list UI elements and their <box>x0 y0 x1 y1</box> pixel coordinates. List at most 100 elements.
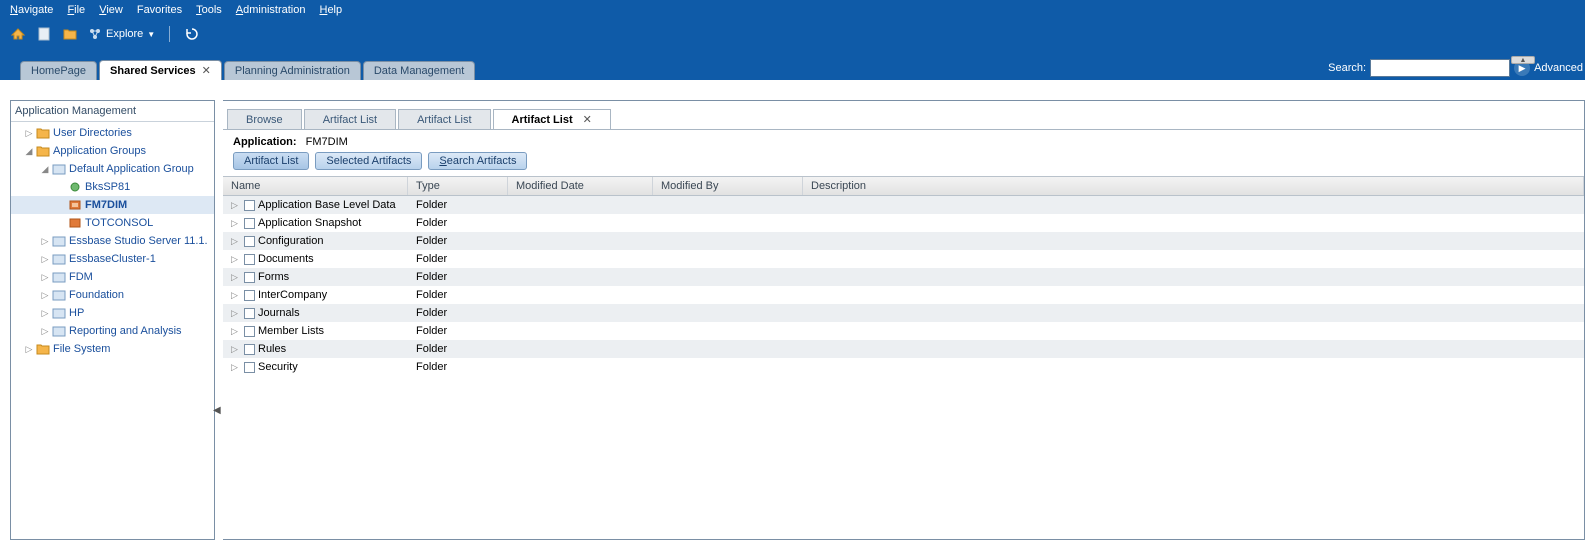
top-header: Navigate File View Favorites Tools Admin… <box>0 0 1585 56</box>
tree-file-system[interactable]: ▷ File System <box>11 340 214 358</box>
table-row[interactable]: ▷SecurityFolder <box>223 358 1584 376</box>
table-row[interactable]: ▷Member ListsFolder <box>223 322 1584 340</box>
expander-icon[interactable]: ▷ <box>23 344 35 355</box>
selected-artifacts-button[interactable]: Selected Artifacts <box>315 152 422 170</box>
col-description[interactable]: Description <box>803 177 1584 195</box>
expander-icon[interactable]: ◢ <box>23 146 35 157</box>
row-type: Folder <box>408 235 508 247</box>
table-row[interactable]: ▷DocumentsFolder <box>223 250 1584 268</box>
close-icon[interactable]: ✕ <box>583 113 592 126</box>
tree-foundation[interactable]: ▷ Foundation <box>11 286 214 304</box>
table-row[interactable]: ▷InterCompanyFolder <box>223 286 1584 304</box>
expander-icon[interactable]: ▷ <box>39 272 51 283</box>
main-tab-strip: HomePage Shared Services ✕ Planning Admi… <box>0 56 1585 80</box>
tab-homepage[interactable]: HomePage <box>20 61 97 80</box>
tree-default-app-group[interactable]: ◢ Default Application Group <box>11 160 214 178</box>
expander-icon[interactable]: ▷ <box>231 272 241 283</box>
home-icon[interactable] <box>10 26 26 42</box>
menu-file[interactable]: File <box>67 4 85 16</box>
checkbox[interactable] <box>244 236 255 247</box>
checkbox[interactable] <box>244 200 255 211</box>
app-icon <box>67 198 83 212</box>
table-row[interactable]: ▷FormsFolder <box>223 268 1584 286</box>
checkbox[interactable] <box>244 290 255 301</box>
new-document-icon[interactable] <box>36 26 52 42</box>
folder-icon <box>35 342 51 356</box>
row-name: Journals <box>258 307 300 319</box>
expander-icon[interactable]: ▷ <box>231 362 241 373</box>
row-name: Application Base Level Data <box>258 199 396 211</box>
tree-totconsol[interactable]: TOTCONSOL <box>11 214 214 232</box>
expander-icon[interactable]: ▷ <box>231 308 241 319</box>
inner-tab-artifact-1[interactable]: Artifact List <box>304 109 396 129</box>
expander-icon[interactable]: ▷ <box>231 344 241 355</box>
menu-administration[interactable]: Administration <box>236 4 306 16</box>
checkbox[interactable] <box>244 254 255 265</box>
refresh-icon[interactable] <box>184 26 200 42</box>
checkbox[interactable] <box>244 308 255 319</box>
row-type: Folder <box>408 307 508 319</box>
inner-tab-browse[interactable]: Browse <box>227 109 302 129</box>
search-input[interactable] <box>1370 59 1510 77</box>
close-icon[interactable]: ✕ <box>202 64 211 77</box>
server-icon <box>51 288 67 302</box>
table-row[interactable]: ▷RulesFolder <box>223 340 1584 358</box>
search-artifacts-button[interactable]: Search Artifacts <box>428 152 527 170</box>
checkbox[interactable] <box>244 272 255 283</box>
table-row[interactable]: ▷ConfigurationFolder <box>223 232 1584 250</box>
col-modified-by[interactable]: Modified By <box>653 177 803 195</box>
tree-fdm[interactable]: ▷ FDM <box>11 268 214 286</box>
artifact-list-button[interactable]: Artifact List <box>233 152 309 170</box>
table-row[interactable]: ▷Application Base Level DataFolder <box>223 196 1584 214</box>
tab-shared-services[interactable]: Shared Services ✕ <box>99 60 222 80</box>
expander-icon[interactable]: ▷ <box>39 326 51 337</box>
checkbox[interactable] <box>244 218 255 229</box>
table-row[interactable]: ▷ Journals Folder <box>223 304 1584 322</box>
folder-icon <box>35 144 51 158</box>
tab-planning-admin[interactable]: Planning Administration <box>224 61 361 80</box>
menu-help[interactable]: Help <box>319 4 342 16</box>
tree-reporting-analysis[interactable]: ▷ Reporting and Analysis <box>11 322 214 340</box>
tree-user-directories[interactable]: ▷ User Directories <box>11 124 214 142</box>
checkbox[interactable] <box>244 326 255 337</box>
expander-icon[interactable]: ▷ <box>39 290 51 301</box>
expander-icon[interactable]: ▷ <box>231 200 241 211</box>
tab-data-management[interactable]: Data Management <box>363 61 476 80</box>
splitter[interactable]: ◀ <box>215 80 223 545</box>
menu-favorites[interactable]: Favorites <box>137 4 182 16</box>
expander-icon[interactable]: ◢ <box>39 164 51 175</box>
inner-tab-artifact-2[interactable]: Artifact List <box>398 109 490 129</box>
col-type[interactable]: Type <box>408 177 508 195</box>
col-modified-date[interactable]: Modified Date <box>508 177 653 195</box>
expander-icon[interactable]: ▷ <box>231 236 241 247</box>
tree-essbase-studio[interactable]: ▷ Essbase Studio Server 11.1. <box>11 232 214 250</box>
expander-icon[interactable]: ▷ <box>231 290 241 301</box>
expander-icon[interactable]: ▷ <box>39 254 51 265</box>
expander-icon[interactable]: ▷ <box>231 218 241 229</box>
tree-hp[interactable]: ▷ HP <box>11 304 214 322</box>
filter-buttons: Artifact List Selected Artifacts Search … <box>223 152 1584 176</box>
col-name[interactable]: Name <box>223 177 408 195</box>
application-context: Application: FM7DIM <box>223 130 1584 152</box>
menu-navigate[interactable]: Navigate <box>10 4 53 16</box>
collapse-handle-icon[interactable]: ▲ <box>1511 56 1535 64</box>
expander-icon[interactable]: ▷ <box>231 254 241 265</box>
tree-fm7dim[interactable]: FM7DIM <box>11 196 214 214</box>
expander-icon[interactable]: ▷ <box>39 308 51 319</box>
explore-button[interactable]: Explore ▼ <box>88 27 155 41</box>
menu-bar: Navigate File View Favorites Tools Admin… <box>0 0 1585 20</box>
menu-view[interactable]: View <box>99 4 123 16</box>
tree-application-groups[interactable]: ◢ Application Groups <box>11 142 214 160</box>
checkbox[interactable] <box>244 344 255 355</box>
tree-essbase-cluster[interactable]: ▷ EssbaseCluster-1 <box>11 250 214 268</box>
expander-icon[interactable]: ▷ <box>39 236 51 247</box>
open-folder-icon[interactable] <box>62 26 78 42</box>
checkbox[interactable] <box>244 362 255 373</box>
inner-tab-artifact-3[interactable]: Artifact List ✕ <box>493 109 611 129</box>
expander-icon[interactable]: ▷ <box>23 128 35 139</box>
tree-bkssp81[interactable]: BksSP81 <box>11 178 214 196</box>
expander-icon[interactable]: ▷ <box>231 326 241 337</box>
menu-tools[interactable]: Tools <box>196 4 222 16</box>
advanced-link[interactable]: Advanced <box>1534 62 1583 74</box>
table-row[interactable]: ▷Application SnapshotFolder <box>223 214 1584 232</box>
